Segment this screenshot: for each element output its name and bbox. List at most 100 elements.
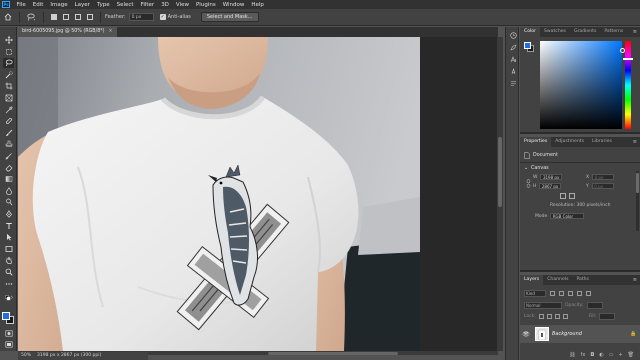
menu-image[interactable]: Image bbox=[47, 2, 71, 8]
opacity-input[interactable] bbox=[586, 301, 603, 309]
dodge-tool-icon[interactable] bbox=[3, 197, 14, 207]
layer-style-icon[interactable]: fx bbox=[581, 352, 586, 360]
menu-help[interactable]: Help bbox=[248, 2, 268, 8]
new-group-icon[interactable]: ▭ bbox=[609, 352, 614, 360]
crop-tool-icon[interactable] bbox=[3, 81, 14, 91]
lock-all-icon[interactable] bbox=[562, 313, 568, 319]
more-tools-icon[interactable] bbox=[3, 279, 14, 289]
subtract-from-selection-icon[interactable] bbox=[75, 14, 81, 20]
width-input[interactable]: 3198 px bbox=[540, 174, 563, 180]
menu-view[interactable]: View bbox=[172, 2, 192, 8]
brush-settings-icon[interactable] bbox=[509, 43, 517, 51]
lock-image-icon[interactable] bbox=[546, 313, 552, 319]
gradient-tool-icon[interactable] bbox=[3, 174, 14, 184]
hand-tool-icon[interactable] bbox=[3, 255, 14, 265]
select-and-mask-button[interactable]: Select and Mask... bbox=[200, 12, 259, 22]
y-input[interactable]: 0 px bbox=[591, 183, 614, 189]
landscape-orientation-icon[interactable] bbox=[569, 193, 575, 199]
eraser-tool-icon[interactable] bbox=[3, 163, 14, 173]
filter-adjustment-icon[interactable] bbox=[559, 290, 564, 296]
pen-tool-icon[interactable] bbox=[3, 209, 14, 219]
new-selection-icon[interactable] bbox=[51, 14, 57, 20]
screen-mode-icon[interactable] bbox=[3, 339, 14, 349]
tab-layers[interactable]: Layers bbox=[520, 275, 544, 285]
hue-slider[interactable] bbox=[625, 41, 631, 129]
tab-paths[interactable]: Paths bbox=[572, 275, 593, 285]
rectangle-tool-icon[interactable] bbox=[3, 244, 14, 254]
menu-plugins[interactable]: Plugins bbox=[192, 2, 219, 8]
color-panel-swatches[interactable] bbox=[524, 42, 534, 52]
tab-color[interactable]: Color bbox=[520, 27, 540, 37]
artboard-tool-icon[interactable] bbox=[3, 47, 14, 57]
panel-menu-icon[interactable]: ≡ bbox=[633, 29, 637, 35]
menu-edit[interactable]: Edit bbox=[29, 2, 47, 8]
healing-brush-tool-icon[interactable] bbox=[3, 116, 14, 126]
blur-tool-icon[interactable] bbox=[3, 186, 14, 196]
intersect-selection-icon[interactable] bbox=[87, 14, 93, 20]
filter-shape-icon[interactable] bbox=[577, 290, 582, 296]
menu-type[interactable]: Type bbox=[93, 2, 113, 8]
filter-type-icon[interactable] bbox=[568, 290, 573, 296]
zoom-level[interactable]: 50% bbox=[21, 352, 31, 360]
lasso-tool-preset-icon[interactable] bbox=[27, 13, 36, 22]
menu-select[interactable]: Select bbox=[113, 2, 137, 8]
default-colors-icon[interactable] bbox=[3, 293, 14, 303]
menu-window[interactable]: Window bbox=[219, 2, 248, 8]
filter-smart-object-icon[interactable] bbox=[586, 290, 591, 296]
menu-file[interactable]: File bbox=[13, 2, 29, 8]
link-layers-icon[interactable]: ⛓ bbox=[569, 352, 575, 360]
foreground-color-swatch[interactable] bbox=[2, 312, 10, 320]
quick-selection-tool-icon[interactable] bbox=[3, 70, 14, 80]
color-panel-foreground-swatch[interactable] bbox=[524, 42, 531, 49]
filter-pixel-icon[interactable] bbox=[550, 290, 555, 296]
menu-3d[interactable]: 3D bbox=[158, 2, 173, 8]
panel-menu-icon[interactable]: ≡ bbox=[633, 277, 637, 283]
delete-layer-icon[interactable]: 🗑 bbox=[628, 352, 634, 360]
layer-kind-select[interactable]: Kind bbox=[524, 289, 546, 297]
tab-properties[interactable]: Properties bbox=[520, 137, 552, 147]
new-layer-icon[interactable]: + bbox=[618, 352, 622, 360]
move-tool-icon[interactable] bbox=[3, 35, 14, 45]
tab-swatches[interactable]: Swatches bbox=[540, 27, 570, 37]
panel-menu-icon[interactable]: ≡ bbox=[633, 139, 637, 145]
feather-input[interactable]: 0 px bbox=[128, 13, 154, 21]
clone-stamp-tool-icon[interactable] bbox=[3, 139, 14, 149]
type-tool-icon[interactable] bbox=[3, 221, 14, 231]
glyphs-panel-icon[interactable] bbox=[509, 79, 517, 87]
document-canvas-image[interactable] bbox=[18, 37, 420, 351]
height-input[interactable]: 2867 px bbox=[539, 183, 562, 189]
paragraph-panel-icon[interactable] bbox=[509, 67, 517, 75]
visibility-eye-icon[interactable]: 👁 bbox=[520, 331, 532, 338]
horizontal-scroll-thumb[interactable] bbox=[268, 351, 398, 355]
mode-select[interactable]: RGB Color bbox=[550, 213, 585, 219]
home-icon[interactable] bbox=[3, 13, 12, 22]
lasso-tool-icon[interactable] bbox=[3, 58, 14, 68]
tab-patterns[interactable]: Patterns bbox=[600, 27, 627, 37]
layer-row-background[interactable]: 👁 Background 🔒 bbox=[520, 325, 640, 343]
tab-adjustments[interactable]: Adjustments bbox=[551, 137, 588, 147]
menu-layer[interactable]: Layer bbox=[71, 2, 93, 8]
anti-alias-checkbox[interactable]: ✓ bbox=[159, 14, 166, 20]
canvas-section-header[interactable]: ⌄ Canvas bbox=[524, 166, 549, 171]
tab-channels[interactable]: Channels bbox=[543, 275, 572, 285]
tab-libraries[interactable]: Libraries bbox=[588, 137, 616, 147]
adjustment-layer-icon[interactable]: ◐ bbox=[599, 352, 603, 360]
color-picker-field[interactable] bbox=[540, 41, 625, 129]
frame-tool-icon[interactable] bbox=[3, 93, 14, 103]
quick-mask-icon[interactable] bbox=[3, 328, 14, 338]
history-panel-icon[interactable] bbox=[509, 31, 517, 39]
lock-transparent-icon[interactable] bbox=[538, 313, 544, 319]
hue-slider-marker[interactable] bbox=[623, 58, 633, 60]
vertical-scroll-thumb[interactable] bbox=[498, 137, 502, 207]
vertical-scrollbar[interactable] bbox=[497, 37, 503, 351]
properties-scrollbar[interactable] bbox=[636, 171, 639, 231]
lock-position-icon[interactable] bbox=[554, 313, 560, 319]
zoom-tool-icon[interactable] bbox=[3, 267, 14, 277]
path-selection-tool-icon[interactable] bbox=[3, 232, 14, 242]
tab-gradients[interactable]: Gradients bbox=[570, 27, 600, 37]
add-mask-icon[interactable]: ◘ bbox=[590, 352, 594, 360]
eyedropper-tool-icon[interactable] bbox=[3, 105, 14, 115]
properties-scroll-thumb[interactable] bbox=[636, 173, 639, 193]
canvas-area[interactable] bbox=[18, 37, 498, 351]
document-tab[interactable]: bird-6005095.jpg @ 50% (RGB/8*) × bbox=[18, 27, 117, 37]
